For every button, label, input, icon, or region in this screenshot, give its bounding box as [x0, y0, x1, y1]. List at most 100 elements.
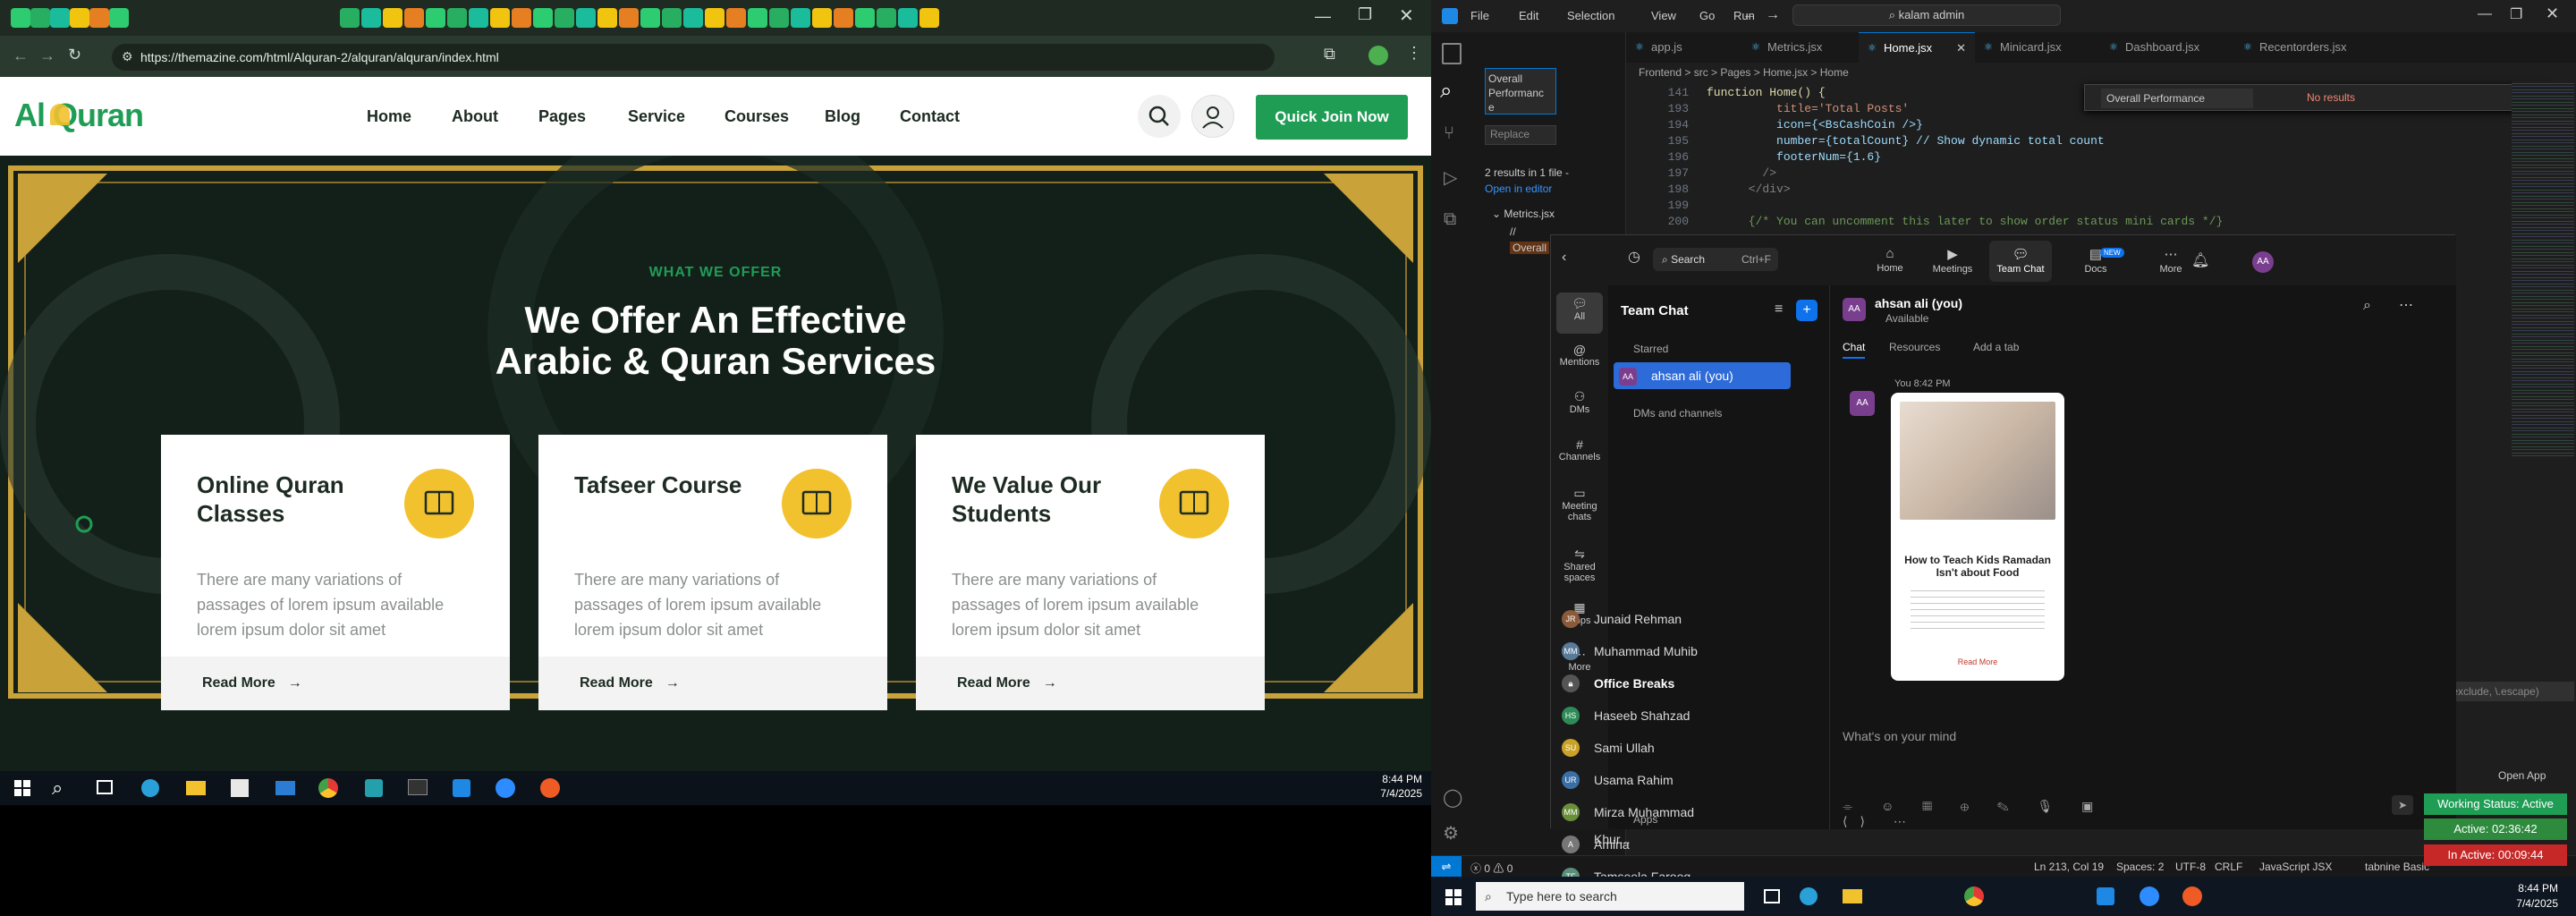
remote-indicator[interactable]: ⇌ — [1431, 856, 1462, 878]
rail-dms[interactable]: ⚇ DMs — [1551, 386, 1608, 415]
postman-icon[interactable] — [540, 778, 560, 798]
store-icon[interactable] — [231, 779, 249, 797]
browser-tab[interactable] — [50, 8, 70, 28]
editor-tab[interactable]: ⚛ Dashboard.jsx — [2100, 32, 2216, 63]
browser-tab[interactable] — [469, 8, 488, 28]
browser-tab[interactable] — [748, 8, 767, 28]
account-button[interactable] — [1191, 95, 1234, 138]
browser-tab[interactable] — [662, 8, 682, 28]
read-more-link[interactable]: Read More → — [161, 657, 510, 710]
zoom-nav-docs[interactable]: ▤ Docs — [2064, 241, 2127, 275]
more-options-icon[interactable]: ⋯ — [2399, 296, 2413, 314]
code-line[interactable]: number={totalCount} // Show dynamic tota… — [1707, 134, 2105, 148]
browser-tab[interactable] — [834, 8, 853, 28]
nav-link-home[interactable]: Home — [367, 107, 411, 126]
nav-link-courses[interactable]: Courses — [724, 107, 789, 126]
line-ending[interactable]: CRLF — [2215, 861, 2242, 873]
taskbar-search-icon[interactable]: ⌕ — [52, 776, 63, 800]
chat-name[interactable]: ahsan ali (you) — [1875, 296, 1962, 310]
nav-link-service[interactable]: Service — [628, 107, 685, 126]
new-chat-button[interactable]: + — [1796, 300, 1818, 321]
browser-tab[interactable] — [576, 8, 596, 28]
contact-item[interactable]: MM Muhammad Muhib — [1556, 638, 1733, 665]
editor-tab[interactable]: ⚛ app.js — [1626, 32, 1742, 63]
contact-item[interactable]: MM Mirza Muhammad Khur... — [1556, 799, 1733, 846]
address-bar[interactable]: https://themazine.com/html/Alquran-2/alq… — [112, 44, 1275, 71]
vscode-icon[interactable] — [453, 779, 470, 797]
browser-tab[interactable] — [361, 8, 381, 28]
editor-tab[interactable]: ⚛ Recentorders.jsx — [2234, 32, 2377, 63]
editor-tab[interactable]: ⚛ Minicard.jsx — [1975, 32, 2091, 63]
extensions-view-icon[interactable]: ⧉ — [1444, 209, 1456, 230]
chat-search-icon[interactable]: ⌕ — [2363, 298, 2371, 314]
breadcrumb[interactable]: Frontend > src > Pages > Home.jsx > Home — [1639, 66, 1849, 79]
search-view-icon[interactable]: ⌕ — [1440, 79, 1452, 104]
zoom-nav-meetings[interactable]: ▶ Meetings — [1921, 241, 1984, 275]
vscode-insiders-icon[interactable] — [365, 779, 383, 797]
code-line[interactable]: function Home() { — [1707, 86, 1826, 99]
file-explorer-icon[interactable] — [186, 781, 206, 795]
browser-tab[interactable] — [30, 8, 50, 28]
extensions-icon[interactable]: ⧉ — [1324, 45, 1335, 64]
mail-icon[interactable] — [275, 781, 295, 795]
editor-tab[interactable]: ⚛ Metrics.jsx — [1742, 32, 1859, 63]
window-minimize-button[interactable]: — — [1315, 7, 1331, 26]
panel-title[interactable]: Team Chat — [1621, 303, 1689, 318]
browser-tab[interactable] — [447, 8, 467, 28]
code-line[interactable]: icon={<BsCashCoin />} — [1707, 118, 1923, 131]
explorer-icon[interactable] — [1442, 43, 1462, 64]
site-logo[interactable]: Al Quran — [14, 97, 144, 134]
chat-tab-add-a-tab[interactable]: Add a tab — [1973, 341, 2019, 353]
browser-tab[interactable] — [11, 8, 30, 28]
task-view-icon[interactable] — [97, 780, 113, 794]
nav-link-about[interactable]: About — [452, 107, 498, 126]
rail-channels[interactable]: # Channels — [1551, 434, 1608, 462]
window-close-button[interactable]: ✕ — [1399, 4, 1414, 27]
search-input[interactable]: Overall Performanc e — [1485, 68, 1556, 114]
read-more-link[interactable]: Read More → — [916, 657, 1265, 710]
task-view-icon[interactable] — [1764, 889, 1780, 903]
browser-tab[interactable] — [683, 8, 703, 28]
language-mode[interactable]: JavaScript JSX — [2259, 861, 2332, 873]
notifications-bell-icon[interactable]: 🔔︎ — [2191, 251, 2209, 269]
command-center-search[interactable]: ⌕ kalam admin — [1792, 4, 2061, 26]
history-icon[interactable]: ◷ — [1628, 248, 1640, 266]
profile-avatar[interactable] — [1368, 46, 1388, 65]
browser-tab[interactable] — [877, 8, 896, 28]
minimap[interactable] — [2512, 81, 2574, 456]
browser-tab[interactable] — [383, 8, 402, 28]
panel-filter-input[interactable]: (.exclude, \.escape) — [2440, 682, 2574, 701]
open-in-editor-link[interactable]: Open in editor — [1485, 182, 1552, 195]
browser-tab[interactable] — [726, 8, 746, 28]
send-button[interactable]: ➤ — [2392, 795, 2413, 815]
browser-tab[interactable] — [619, 8, 639, 28]
contact-item[interactable]: HS Haseeb Shahzad — [1556, 702, 1733, 729]
shared-image-card[interactable]: How to Teach Kids Ramadan Isn't about Fo… — [1891, 393, 2064, 681]
my-chat-item[interactable]: AA ahsan ali (you) — [1614, 362, 1791, 389]
open-app-button[interactable]: Open App — [2498, 769, 2546, 782]
browser-tab[interactable] — [89, 8, 109, 28]
start-button[interactable] — [1445, 889, 1462, 905]
rail-mentions[interactable]: @ Mentions — [1551, 339, 1608, 368]
settings-gear-icon[interactable]: ⚙ — [1443, 822, 1459, 844]
contact-item[interactable]: 🔒︎ Office Breaks — [1556, 670, 1733, 697]
start-button[interactable] — [14, 780, 30, 796]
browser-tab[interactable] — [705, 8, 724, 28]
nav-link-contact[interactable]: Contact — [900, 107, 960, 126]
browser-tab[interactable] — [855, 8, 875, 28]
nav-forward-icon[interactable]: → — [1766, 7, 1780, 23]
window-maximize-button[interactable]: ❐ — [2510, 5, 2522, 23]
menu-selection[interactable]: Selection — [1567, 9, 1614, 22]
code-line[interactable]: {/* You can uncomment this later to show… — [1707, 215, 2224, 228]
browser-tab[interactable] — [512, 8, 531, 28]
search-button[interactable] — [1138, 95, 1181, 138]
nav-link-pages[interactable]: Pages — [538, 107, 586, 126]
browser-tab[interactable] — [70, 8, 89, 28]
nav-back-icon[interactable]: ← — [1742, 7, 1757, 23]
vscode-icon[interactable] — [2097, 887, 2114, 905]
browser-tab[interactable] — [426, 8, 445, 28]
browser-tab[interactable] — [597, 8, 617, 28]
indentation[interactable]: Spaces: 2 — [2116, 861, 2164, 873]
edge-icon[interactable] — [141, 779, 159, 797]
chrome-menu-icon[interactable]: ⋮ — [1406, 44, 1422, 63]
